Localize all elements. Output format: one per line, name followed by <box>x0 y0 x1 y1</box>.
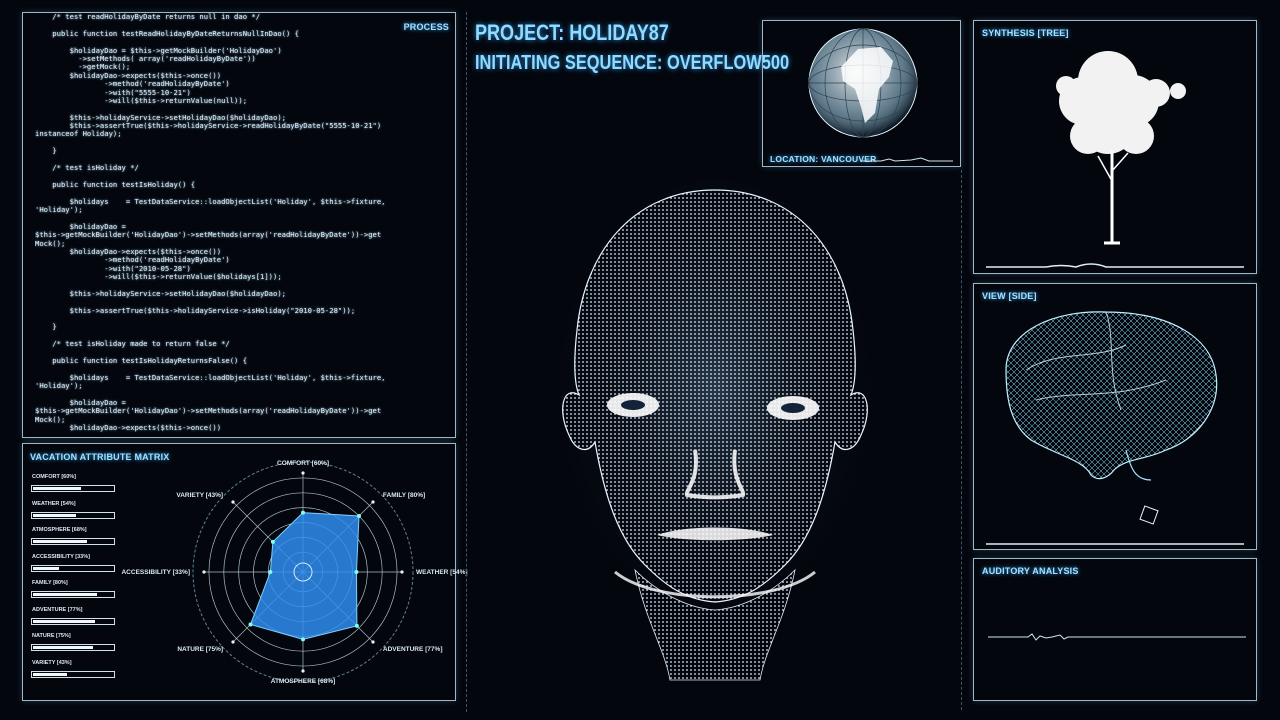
code-line: /* test isHoliday made to return false *… <box>35 339 230 349</box>
attribute-label: ATMOSPHERE [68%] <box>32 527 87 533</box>
matrix-title: VACATION ATTRIBUTE MATRIX <box>30 452 170 462</box>
auditory-title: AUDITORY ANALYSIS <box>982 566 1079 576</box>
attribute-bar <box>31 670 115 678</box>
radar-point <box>248 622 253 627</box>
code-line: instanceof Holiday); <box>35 129 122 139</box>
process-panel: PROCESS /* test readHolidayByDate return… <box>22 12 456 438</box>
attribute-bar <box>31 617 115 625</box>
auditory-panel: AUDITORY ANALYSIS <box>973 558 1257 701</box>
radar-label: NATURE [75%] <box>177 646 223 653</box>
radar-axis-end <box>231 640 235 644</box>
code-line: $holidays = TestDataService::loadObjectL… <box>35 372 386 382</box>
synthesis-panel: SYNTHESIS [TREE] <box>973 20 1257 274</box>
radar-label: FAMILY [80%] <box>383 492 425 499</box>
code-line: $this->holidayService->setHolidayDao($ho… <box>35 288 286 298</box>
auditory-waveform <box>988 633 1246 641</box>
attribute-bar-fill <box>33 593 97 596</box>
center-divider-right <box>961 170 962 710</box>
attribute-bar <box>31 538 115 545</box>
view-panel: VIEW [SIDE] <box>973 283 1257 550</box>
attribute-bar <box>31 644 115 651</box>
code-listing: /* test readHolidayByDate returns null i… <box>35 13 455 433</box>
head-wireframe <box>555 180 875 681</box>
radar-axis-end <box>202 570 206 574</box>
code-line: ->will($this->returnValue(null)); <box>35 95 248 105</box>
attribute-matrix-panel: VACATION ATTRIBUTE MATRIX COMFORT [60%] W… <box>22 443 468 701</box>
radar-point <box>354 570 359 574</box>
globe-panel: LOCATION: VANCOUVER <box>762 20 961 167</box>
code-line: $this->getMockBuilder('HolidayDao')->set… <box>35 230 382 240</box>
radar-axis-end <box>301 669 305 673</box>
radar-label: ATMOSPHERE [68%] <box>271 678 336 685</box>
attribute-bar <box>31 511 115 519</box>
tree-icon <box>1056 51 1186 245</box>
radar-axis-end <box>301 471 305 475</box>
code-line: /* test isHoliday */ <box>35 163 139 173</box>
code-line: $holidays = TestDataService::loadObjectL… <box>35 196 386 206</box>
code-line: public function testIsHoliday() { <box>35 179 196 189</box>
attribute-label: NATURE [75%] <box>32 633 71 639</box>
radar-point <box>301 637 305 642</box>
radar-point <box>301 510 305 515</box>
code-line: } <box>35 146 57 156</box>
attribute-label: VARIETY [43%] <box>32 659 72 666</box>
code-line: /* test readHolidayByDate returns null i… <box>35 13 261 21</box>
radar-axis-end <box>231 500 235 504</box>
radar-point <box>357 513 362 518</box>
code-line: 'Holiday'); <box>35 204 83 214</box>
attribute-bar <box>31 564 115 572</box>
location-waveform <box>861 157 953 162</box>
radar-area <box>249 512 360 640</box>
radar-axis-end <box>371 500 375 504</box>
attribute-label: FAMILY [80%] <box>32 580 68 586</box>
attribute-bar-fill <box>33 672 68 676</box>
globe-icon <box>808 28 918 138</box>
attribute-bar <box>31 485 115 492</box>
radar-label: WEATHER [54%] <box>416 569 468 576</box>
code-line: 'Holiday'); <box>35 381 83 391</box>
code-line: } <box>35 322 57 332</box>
radar-chart: COMFORT [60%] FAMILY [80%] WEATHER [54%] AD… <box>121 460 467 685</box>
attribute-bar-fill <box>33 566 60 570</box>
radar-label: COMFORT [60%] <box>277 460 329 467</box>
attribute-bar-fill <box>33 540 88 543</box>
attribute-bar-fill <box>33 619 95 623</box>
attribute-label: WEATHER [54%] <box>32 500 76 507</box>
project-title: PROJECT: HOLIDAY87 <box>475 20 669 45</box>
attribute-bar <box>31 591 115 598</box>
code-line: public function testReadHolidayByDateRet… <box>35 28 299 38</box>
sequence-title: INITIATING SEQUENCE: OVERFLOW500 <box>475 52 790 74</box>
attribute-label: COMFORT [60%] <box>32 474 76 480</box>
center-divider-left <box>466 12 467 712</box>
attribute-bar-fill <box>33 513 77 517</box>
attribute-bar-fill <box>33 646 93 649</box>
synthesis-waveform <box>986 263 1244 268</box>
code-line: ->will($this->returnValue($holidays[1]))… <box>35 272 282 282</box>
code-line: $this->assertTrue($this->holidayService-… <box>35 305 356 315</box>
view-waveform <box>986 543 1244 545</box>
radar-axis-end <box>371 640 375 644</box>
attribute-label: ADVENTURE [77%] <box>32 606 83 613</box>
code-line: $holidayDao->expects($this->once()) <box>35 423 222 433</box>
attribute-bar-fill <box>33 487 81 490</box>
radar-point <box>354 623 359 628</box>
code-line: $this->getMockBuilder('HolidayDao')->set… <box>35 406 382 416</box>
brain-icon <box>1005 311 1218 525</box>
code-line: public function testIsHolidayReturnsFals… <box>35 356 248 366</box>
radar-point <box>270 539 275 544</box>
radar-label: ACCESSIBILITY [33%] <box>121 569 190 576</box>
attribute-label: ACCESSIBILITY [33%] <box>32 553 90 560</box>
radar-axis-end <box>400 570 404 574</box>
radar-point <box>268 570 273 574</box>
radar-label: VARIETY [43%] <box>176 492 223 499</box>
radar-label: ADVENTURE [77%] <box>383 646 443 653</box>
